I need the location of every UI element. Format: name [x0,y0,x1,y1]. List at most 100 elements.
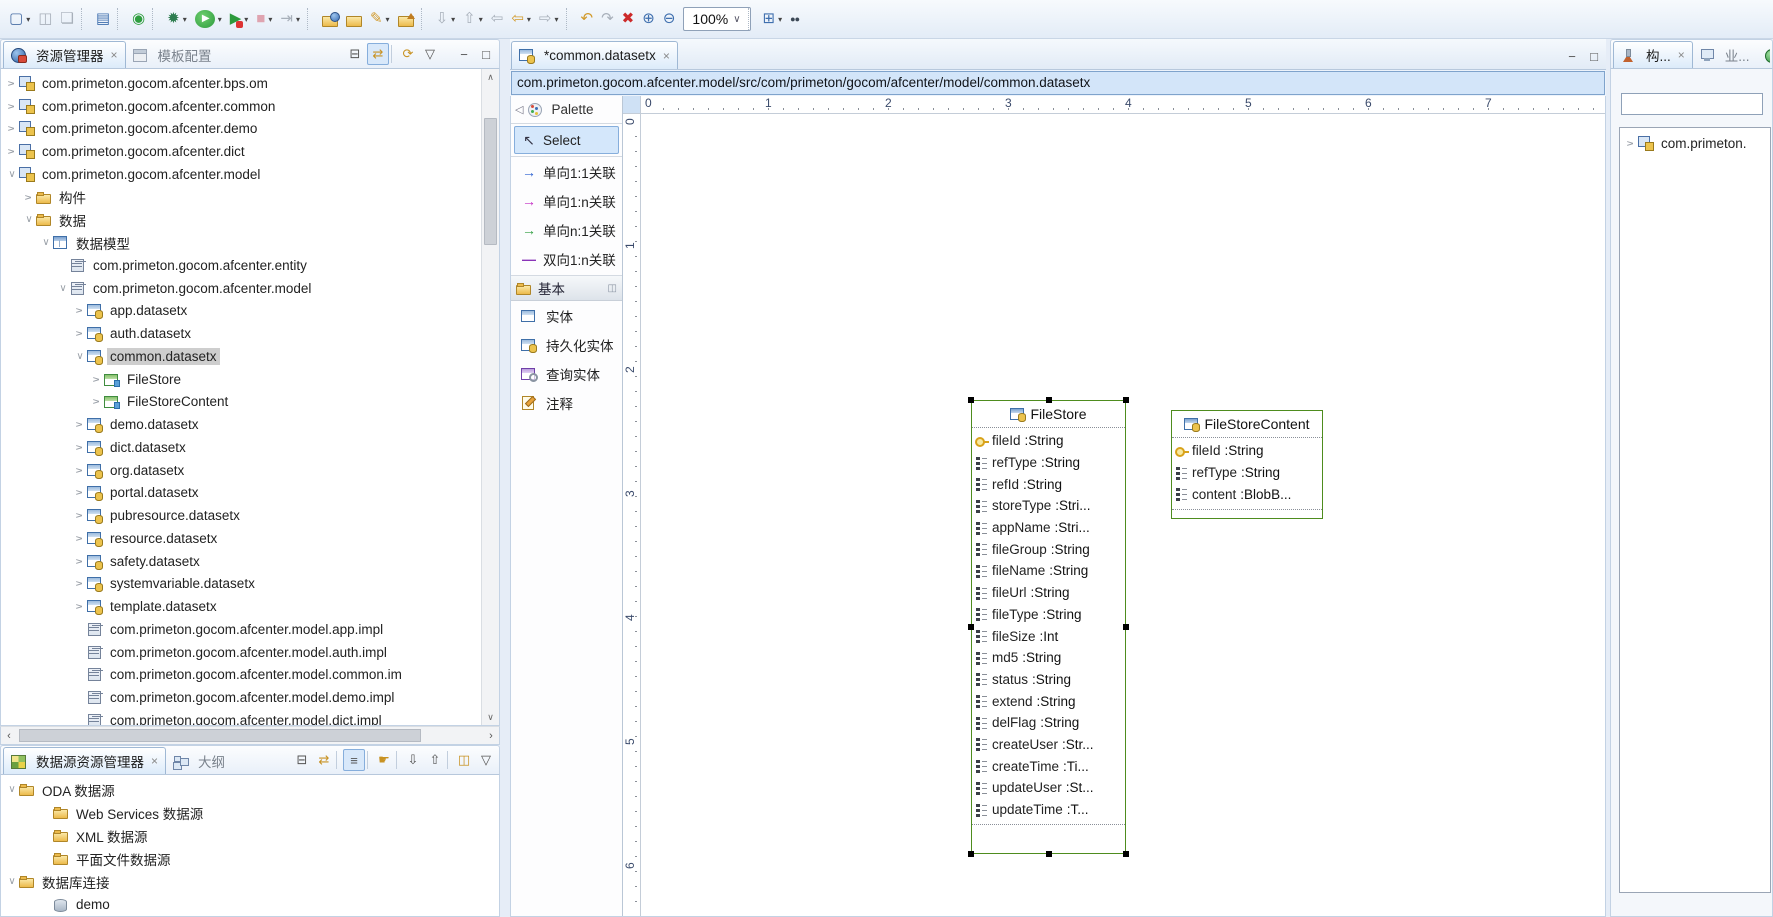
entity-attribute[interactable]: fileId :String [1172,440,1322,462]
tree-item[interactable]: com.primeton.gocom.afcenter.demo [1,118,266,141]
maximize-button[interactable]: □ [476,44,496,64]
header-separator[interactable] [447,751,452,769]
server-button[interactable]: ◉ [129,6,148,32]
close-icon[interactable]: × [151,754,158,768]
collapse-all-button[interactable]: ⊟ [345,44,365,64]
format-brush-button[interactable]: ✎ [367,6,393,32]
expand-arrow-icon[interactable] [73,578,87,589]
breadcrumb[interactable]: com.primeton.gocom.afcenter.model/src/co… [511,71,1605,95]
entity-attribute[interactable]: updateTime :T... [972,799,1125,821]
tree-item[interactable]: 构件 [1,186,95,209]
palette-tool-note[interactable]: 注释 [511,388,622,417]
tab-component-library[interactable]: 构... × [1613,41,1693,68]
header-separator[interactable] [391,45,396,63]
selection-handle[interactable] [1123,624,1129,630]
debug-button[interactable]: ✹ [164,6,190,32]
tree-item[interactable]: 数据库连接 [1,870,119,893]
entity-title[interactable]: FileStoreContent [1172,411,1322,438]
horizontal-scrollbar[interactable]: ‹ › [0,726,500,745]
entity-attribute[interactable]: content :BlobB... [1172,483,1322,505]
entity-attribute[interactable]: fileUrl :String [972,582,1125,604]
undo-button[interactable]: ↶ [578,6,597,32]
tree-item[interactable]: 数据 [1,209,95,232]
tree-item[interactable]: portal.datasetx [1,482,208,505]
minimize-button[interactable]: − [454,44,474,64]
tab-template-config[interactable]: 模板配置 × [126,42,219,68]
tree-item[interactable]: com.primeton.gocom.afcenter.model.app.im… [1,618,392,641]
tree-item[interactable]: com.primeton.gocom.afcenter.bps.om [1,72,277,95]
entity-attribute[interactable]: appName :Stri... [972,517,1125,539]
palette-tool-n-to-one[interactable]: 单向n:1关联 [511,215,622,244]
expand-arrow-icon[interactable] [5,146,19,157]
diagram-drawing-surface[interactable]: FileStore fileId :String [641,114,1605,917]
console-button[interactable]: ▤ [93,6,113,32]
header-gap[interactable] [442,44,452,64]
scroll-down-icon[interactable]: ∨ [487,709,494,725]
save-button[interactable]: ◫ [454,750,474,770]
entity-attribute[interactable]: createUser :Str... [972,734,1125,756]
tab-business[interactable]: 业... × [1693,42,1757,68]
export-button[interactable]: ⇧ [425,750,445,770]
refresh-button[interactable]: ⟳ [398,44,418,64]
entity-attribute[interactable]: fileGroup :String [972,538,1125,560]
expand-arrow-icon[interactable] [1624,138,1638,149]
stop-button[interactable]: ■ [253,6,275,32]
tree-view-button[interactable]: ≡ [343,749,365,771]
file-up-button[interactable]: ⇧ [460,6,486,32]
palette-tool-one-to-one[interactable]: 单向1:1关联 [511,157,622,186]
tree-item[interactable]: pubresource.datasetx [1,504,249,527]
run-button[interactable]: ▶ [192,6,225,32]
tree-item[interactable]: com.primeton.gocom.afcenter.common [1,95,284,118]
tree-item[interactable]: template.datasetx [1,595,226,618]
tree-item[interactable]: dict.datasetx [1,436,195,459]
scroll-right-icon[interactable]: › [483,730,499,742]
expand-arrow-icon[interactable] [5,78,19,89]
save-all-button[interactable]: ❏ [57,6,76,32]
scroll-up-icon[interactable]: ∧ [487,69,494,85]
expand-arrow-icon[interactable] [73,419,87,430]
selection-handle[interactable] [1123,851,1129,857]
toolbar-separator[interactable] [307,8,315,30]
toolbar-separator[interactable] [421,8,429,30]
selection-handle[interactable] [1046,851,1052,857]
open-folder-button[interactable] [343,6,365,32]
link-with-editor-button[interactable]: ⇄ [314,750,334,770]
delete-button[interactable]: ✖ [619,6,638,32]
tree-item[interactable]: com.primeton.gocom.afcenter.model.dict.i… [1,709,391,726]
entity-attribute[interactable]: md5 :String [972,647,1125,669]
scroll-left-icon[interactable]: ‹ [1,730,17,742]
expand-arrow-icon[interactable] [73,556,87,567]
tree-item[interactable]: safety.datasetx [1,550,209,573]
expand-arrow-icon[interactable] [5,876,19,887]
toolbar-separator[interactable] [566,8,574,30]
tree-item[interactable]: XML 数据源 [1,824,157,847]
close-icon[interactable]: × [663,49,670,63]
entity-attribute[interactable]: fileName :String [972,560,1125,582]
palette-tool-entity[interactable]: 实体 [511,301,622,330]
expand-arrow-icon[interactable] [22,214,36,225]
tree-item[interactable]: common.datasetx [1,345,226,368]
zoom-in-button[interactable]: ⊕ [639,6,658,32]
step-button[interactable]: ⇥ [277,6,303,32]
expand-arrow-icon[interactable] [22,192,36,203]
entity-attribute[interactable]: refType :String [1172,462,1322,484]
entity-attribute[interactable]: fileSize :Int [972,625,1125,647]
close-icon[interactable]: × [111,48,118,62]
tab-datasource-manager[interactable]: 数据源资源管理器 × [3,747,166,774]
tree-item[interactable]: com.primeton.gocom.afcenter.model.common… [1,664,411,687]
tree-item[interactable]: demo.datasetx [1,413,208,436]
header-separator[interactable] [336,751,341,769]
expand-arrow-icon[interactable] [73,305,87,316]
tree-item[interactable]: com.primeton.gocom.afcenter.model.demo.i… [1,686,403,709]
header-separator[interactable] [367,751,372,769]
expand-arrow-icon[interactable] [5,169,19,180]
layout-button[interactable]: ⊞ [760,6,786,32]
entity-filestorecontent[interactable]: FileStoreContent fileId :String [1171,410,1323,519]
selection-handle[interactable] [1123,397,1129,403]
minimize-editor-button[interactable]: − [1562,46,1582,66]
expand-arrow-icon[interactable] [73,533,87,544]
expand-arrow-icon[interactable] [73,465,87,476]
expand-arrow-icon[interactable] [5,123,19,134]
entity-attribute[interactable]: refId :String [972,473,1125,495]
tree-item[interactable]: Web Services 数据源 [1,801,212,824]
